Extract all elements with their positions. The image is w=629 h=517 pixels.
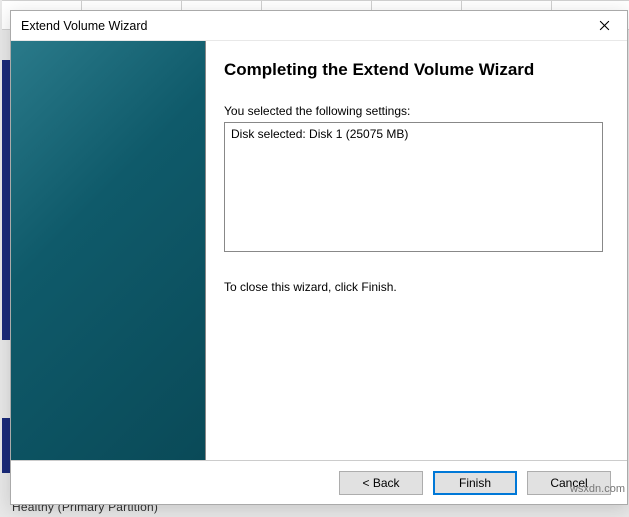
settings-label: You selected the following settings: — [224, 104, 603, 118]
settings-value: Disk selected: Disk 1 (25075 MB) — [231, 127, 596, 141]
wizard-sidebar-graphic — [11, 41, 206, 460]
back-button[interactable]: < Back — [339, 471, 423, 495]
button-row: < Back Finish Cancel — [11, 460, 627, 504]
window-title: Extend Volume Wizard — [21, 19, 147, 33]
page-heading: Completing the Extend Volume Wizard — [224, 59, 603, 82]
wizard-window: Extend Volume Wizard Completing the Exte… — [10, 10, 628, 505]
finish-button[interactable]: Finish — [433, 471, 517, 495]
settings-summary-box: Disk selected: Disk 1 (25075 MB) — [224, 122, 603, 252]
watermark: wsxdn.com — [570, 483, 625, 495]
titlebar: Extend Volume Wizard — [11, 11, 627, 41]
close-icon — [599, 18, 610, 35]
finish-instruction: To close this wizard, click Finish. — [224, 280, 603, 294]
close-button[interactable] — [582, 11, 627, 41]
